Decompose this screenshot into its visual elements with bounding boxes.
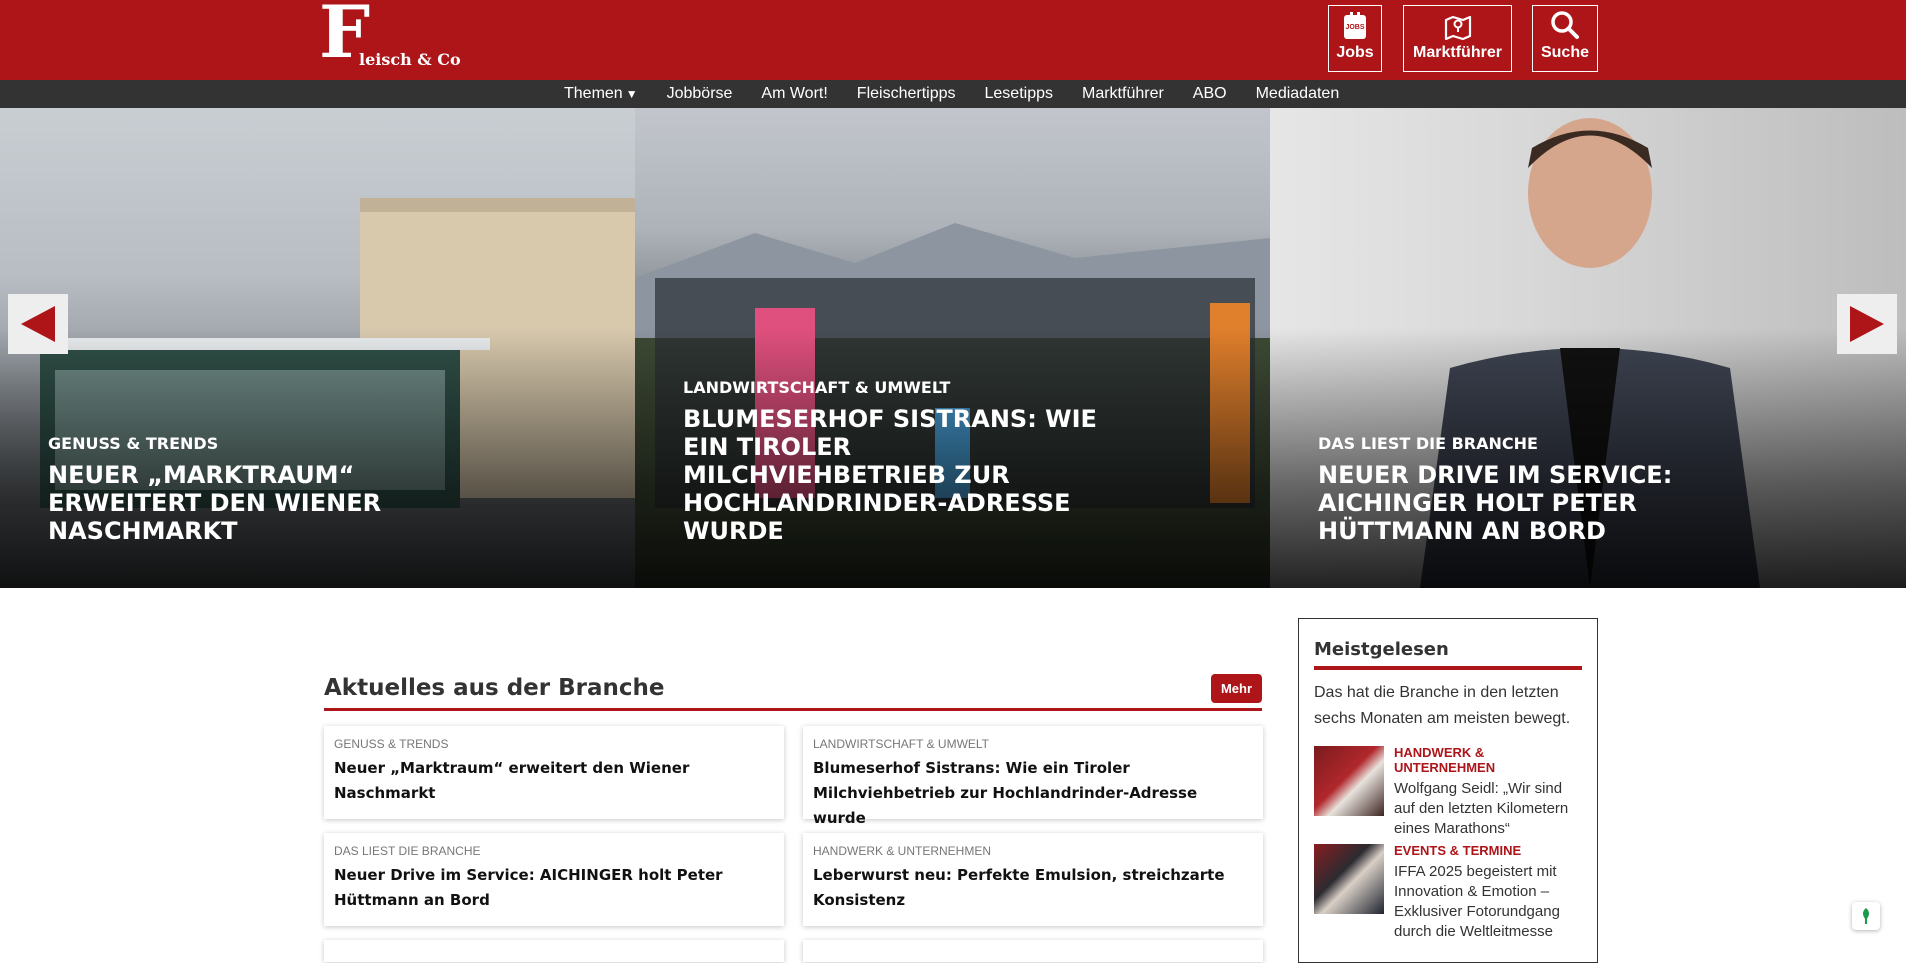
most-read-item[interactable]: Events & Termine IFFA 2025 begeistert mi…	[1314, 843, 1582, 940]
nav-item-fleischertipps[interactable]: Fleischertipps	[857, 85, 956, 103]
arrow-right-icon	[1850, 306, 1884, 342]
cookie-settings-button[interactable]	[1852, 902, 1880, 930]
search-button[interactable]: Suche	[1532, 5, 1598, 72]
sidebar-title: Meistgelesen	[1314, 639, 1582, 670]
nav-item-marktfuehrer[interactable]: Marktführer	[1082, 85, 1164, 103]
most-read-title[interactable]: IFFA 2025 begeistert mit Innovation & Em…	[1394, 862, 1584, 942]
site-header: F leisch & Co JOBS Jobs Marktführer Such…	[0, 0, 1906, 80]
slide-caption: Das liest die Branche Neuer Drive im Ser…	[1318, 434, 1738, 545]
news-card[interactable]: Landwirtschaft & Umwelt Blumeserhof Sist…	[803, 726, 1263, 827]
marktfuehrer-button-label: Marktführer	[1413, 44, 1502, 61]
slider-prev-button[interactable]	[8, 294, 68, 354]
site-logo[interactable]: F leisch & Co	[319, 0, 461, 70]
main-nav: Themen ▼ Jobbörse Am Wort! Fleischertipps…	[0, 80, 1906, 108]
news-card[interactable]: Genuss & Trends Neuer „Marktraum“ erweit…	[324, 726, 784, 819]
logo-wordmark: leisch & Co	[359, 50, 461, 69]
slide-category: Landwirtschaft & Umwelt	[683, 378, 951, 397]
slide-caption: Landwirtschaft & Umwelt Blumeserhof Sist…	[683, 378, 1103, 545]
more-button[interactable]: Mehr	[1211, 674, 1262, 703]
most-read-item[interactable]: Handwerk & Unternehmen Wolfgang Seidl: „…	[1314, 745, 1582, 837]
nav-item-label: Themen	[564, 85, 623, 102]
news-card-partial[interactable]	[324, 940, 784, 962]
leaf-icon	[1863, 908, 1869, 924]
hero-slider: Genuss & Trends Neuer „Marktraum“ erweit…	[0, 108, 1906, 588]
arrow-left-icon	[21, 306, 55, 342]
most-read-category: Events & Termine	[1394, 843, 1522, 858]
jobs-icon: JOBS	[1344, 12, 1366, 39]
jobs-button-label: Jobs	[1336, 44, 1374, 61]
most-read-category: Handwerk & Unternehmen	[1394, 745, 1496, 775]
news-card-title[interactable]: Leberwurst neu: Perfekte Emulsion, strei…	[813, 863, 1253, 913]
most-read-sidebar: Meistgelesen Das hat die Branche in den …	[1298, 618, 1598, 963]
news-card-title[interactable]: Neuer „Marktraum“ erweitert den Wiener N…	[334, 756, 774, 806]
jobs-button[interactable]: JOBS Jobs	[1328, 5, 1382, 72]
nav-item-lesetipps[interactable]: Lesetipps	[985, 85, 1054, 103]
news-card-category: Landwirtschaft & Umwelt	[813, 737, 990, 751]
sidebar-description: Das hat die Branche in den letzten sechs…	[1314, 684, 1571, 727]
nav-item-am-wort[interactable]: Am Wort!	[761, 85, 827, 103]
slide-category: Das liest die Branche	[1318, 434, 1538, 453]
news-card-partial[interactable]	[803, 940, 1263, 962]
news-card-title[interactable]: Blumeserhof Sistrans: Wie ein Tiroler Mi…	[813, 756, 1253, 831]
slide-caption: Genuss & Trends Neuer „Marktraum“ erweit…	[48, 434, 468, 545]
news-card-category: Genuss & Trends	[334, 737, 449, 751]
marktfuehrer-button[interactable]: Marktführer	[1403, 5, 1512, 72]
caret-down-icon: ▼	[625, 87, 638, 101]
most-read-thumbnail[interactable]	[1314, 746, 1384, 816]
nav-item-abo[interactable]: ABO	[1193, 85, 1227, 103]
hero-slide[interactable]: Landwirtschaft & Umwelt Blumeserhof Sist…	[635, 108, 1270, 588]
slide-title[interactable]: Blumeserhof Sistrans: Wie ein Tiroler Mi…	[683, 405, 1103, 545]
slider-next-button[interactable]	[1837, 294, 1897, 354]
hero-slide[interactable]: Das liest die Branche Neuer Drive im Ser…	[1270, 108, 1906, 588]
news-card[interactable]: Das liest die Branche Neuer Drive im Ser…	[324, 833, 784, 926]
nav-item-themen[interactable]: Themen ▼	[564, 85, 638, 103]
slide-title[interactable]: Neuer „Marktraum“ erweitert den Wiener N…	[48, 461, 468, 545]
nav-item-jobboerse[interactable]: Jobbörse	[667, 85, 733, 103]
jobs-icon-label: JOBS	[1345, 24, 1364, 31]
news-card-category: Das liest die Branche	[334, 844, 481, 858]
search-button-label: Suche	[1540, 44, 1589, 61]
section-title: Aktuelles aus der Branche	[324, 675, 665, 701]
news-card[interactable]: Handwerk & Unternehmen Leberwurst neu: P…	[803, 833, 1263, 926]
news-card-title[interactable]: Neuer Drive im Service: AICHINGER holt P…	[334, 863, 774, 913]
most-read-thumbnail[interactable]	[1314, 844, 1384, 914]
news-card-category: Handwerk & Unternehmen	[813, 844, 992, 858]
news-section-header: Aktuelles aus der Branche Mehr	[324, 671, 1262, 711]
slide-title[interactable]: Neuer Drive im Service: AICHINGER holt P…	[1318, 461, 1738, 545]
map-icon	[1444, 15, 1471, 40]
nav-item-mediadaten[interactable]: Mediadaten	[1256, 85, 1340, 103]
hero-slide[interactable]: Genuss & Trends Neuer „Marktraum“ erweit…	[0, 108, 635, 588]
slide-category: Genuss & Trends	[48, 434, 219, 453]
most-read-title[interactable]: Wolfgang Seidl: „Wir sind auf den letzte…	[1394, 779, 1584, 839]
search-icon	[1551, 11, 1579, 39]
